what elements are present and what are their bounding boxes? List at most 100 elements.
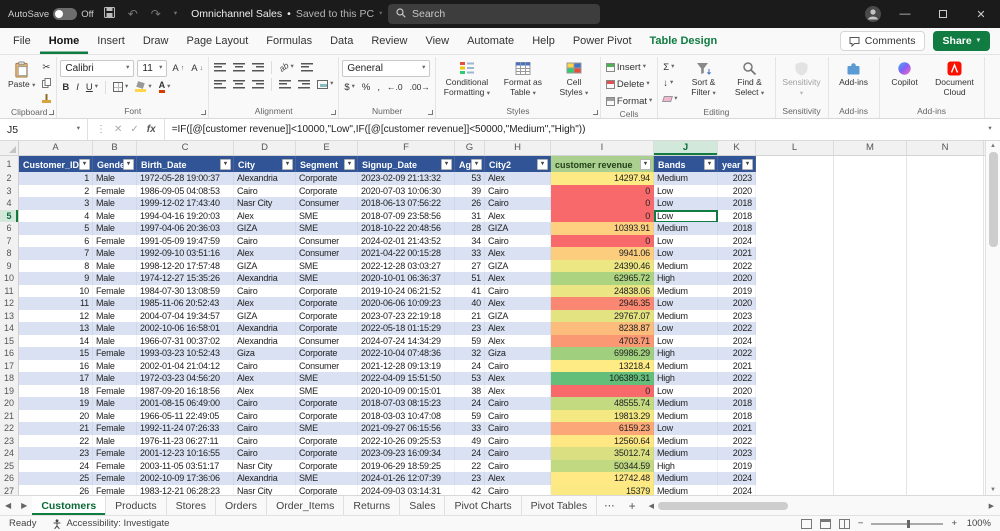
cell[interactable]: 16 [19,360,93,374]
page-layout-view-icon[interactable] [820,519,831,529]
revenue-cell[interactable]: 0 [551,210,654,224]
empty-cell[interactable] [907,460,984,474]
cell[interactable]: Corporate [296,285,358,299]
copy-button[interactable] [40,76,53,90]
cell[interactable]: Male [93,310,137,324]
cell[interactable]: 2023-09-23 16:09:34 [358,447,455,461]
table-header-city2[interactable]: City2▾ [485,156,551,173]
cell[interactable]: Alexandria [234,322,296,336]
copilot-button[interactable]: Copilot [883,58,927,88]
enter-icon[interactable]: ✓ [130,124,138,135]
column-letter-N[interactable]: N [907,141,984,155]
sheet-tab-orders[interactable]: Orders [216,496,267,515]
cell[interactable]: 2003-11-05 03:51:17 [137,460,234,474]
cell[interactable]: Corporate [296,410,358,424]
row-number-12[interactable]: 12 [0,297,19,311]
undo-icon[interactable]: ↶ [125,7,141,21]
decrease-decimal-button[interactable]: .00→ [408,80,432,94]
empty-cell[interactable] [834,222,907,236]
column-letter-C[interactable]: C [137,141,234,155]
cell[interactable]: Female [93,185,137,199]
cell[interactable]: 19 [19,397,93,411]
cell[interactable]: 2024 [718,335,756,349]
empty-cell[interactable] [756,322,834,336]
cell[interactable]: Female [93,447,137,461]
minimize-button[interactable]: — [886,0,924,28]
dialog-launcher-icon[interactable] [428,110,433,115]
table-header-age[interactable]: Age▾ [455,156,485,173]
cell[interactable]: Alex [485,172,551,186]
cell[interactable]: Medium [654,447,718,461]
cell[interactable]: 2002-10-06 16:58:01 [137,322,234,336]
sheet-tab-sales[interactable]: Sales [400,496,445,515]
cell[interactable]: 1972-03-23 04:56:20 [137,372,234,386]
cell[interactable]: 2021 [718,247,756,261]
paste-button[interactable]: Paste ▾ [5,58,38,90]
cell[interactable]: 21 [19,422,93,436]
revenue-cell[interactable]: 13218.4 [551,360,654,374]
cell[interactable]: 24 [455,447,485,461]
ribbon-tab-home[interactable]: Home [40,28,89,54]
cell[interactable]: 2024-02-01 21:43:52 [358,235,455,249]
ribbon-tab-draw[interactable]: Draw [134,28,178,54]
cell[interactable]: High [654,372,718,386]
cell[interactable]: Low [654,247,718,261]
ribbon-tab-automate[interactable]: Automate [458,28,523,54]
cell[interactable]: Corporate [296,460,358,474]
cell[interactable]: Cairo [234,447,296,461]
cell[interactable]: Cairo [485,235,551,249]
cell[interactable]: 2020-07-03 10:06:30 [358,185,455,199]
underline-button[interactable]: U▾ [84,80,100,94]
cell[interactable]: Alex [485,335,551,349]
empty-cell[interactable] [756,272,834,286]
cell[interactable]: Low [654,197,718,211]
cell[interactable]: SME [296,422,358,436]
cell[interactable]: Cairo [485,435,551,449]
empty-cell[interactable] [907,185,984,199]
cell[interactable]: 23 [455,322,485,336]
cell[interactable]: GIZA [485,310,551,324]
table-header-segment[interactable]: Segment▾ [296,156,358,173]
cell[interactable]: 1984-07-30 13:08:59 [137,285,234,299]
cell[interactable]: 2018-07-03 08:15:23 [358,397,455,411]
cell[interactable]: Corporate [296,172,358,186]
cell[interactable]: Cairo [485,422,551,436]
add-ins-button[interactable]: Add-ins [832,58,876,88]
column-letter-K[interactable]: K [718,141,756,155]
empty-cell[interactable] [907,172,984,186]
cell[interactable]: 2020-06-06 10:09:23 [358,297,455,311]
cell[interactable]: 11 [19,297,93,311]
cell[interactable]: 23 [455,472,485,486]
save-icon[interactable] [101,7,118,21]
empty-cell[interactable] [834,322,907,336]
comma-style-button[interactable]: , [375,80,382,94]
empty-cell[interactable] [834,435,907,449]
empty-cell[interactable] [756,447,834,461]
cell[interactable]: 2024 [718,472,756,486]
empty-cell[interactable] [756,410,834,424]
grow-font-button[interactable]: A↑ [170,62,186,76]
cell[interactable]: Medium [654,472,718,486]
cell[interactable]: Cairo [485,197,551,211]
cell[interactable]: Nasr City [234,197,296,211]
cell[interactable]: Cairo [234,435,296,449]
cell[interactable]: SME [296,210,358,224]
cell[interactable]: Alex [485,322,551,336]
cell[interactable]: 25 [19,472,93,486]
orientation-button[interactable]: ab▾ [277,60,296,74]
italic-button[interactable]: I [74,80,81,94]
cell-styles-button[interactable]: Cell Styles ▾ [551,58,597,98]
cell[interactable]: Alex [485,247,551,261]
cell[interactable]: 15 [19,347,93,361]
cell[interactable]: Medium [654,172,718,186]
scroll-up-icon[interactable]: ▲ [990,143,996,149]
ribbon-tab-help[interactable]: Help [523,28,564,54]
column-letter-I[interactable]: I [551,141,654,155]
empty-cell[interactable] [756,347,834,361]
empty-cell[interactable] [834,310,907,324]
cell[interactable]: 2023-02-09 21:13:32 [358,172,455,186]
format-as-table-button[interactable]: Format as Table ▾ [497,58,549,98]
horizontal-scrollbar[interactable]: ◀ ▶ [643,496,1000,515]
cell[interactable]: High [654,347,718,361]
row-number-18[interactable]: 18 [0,372,19,386]
